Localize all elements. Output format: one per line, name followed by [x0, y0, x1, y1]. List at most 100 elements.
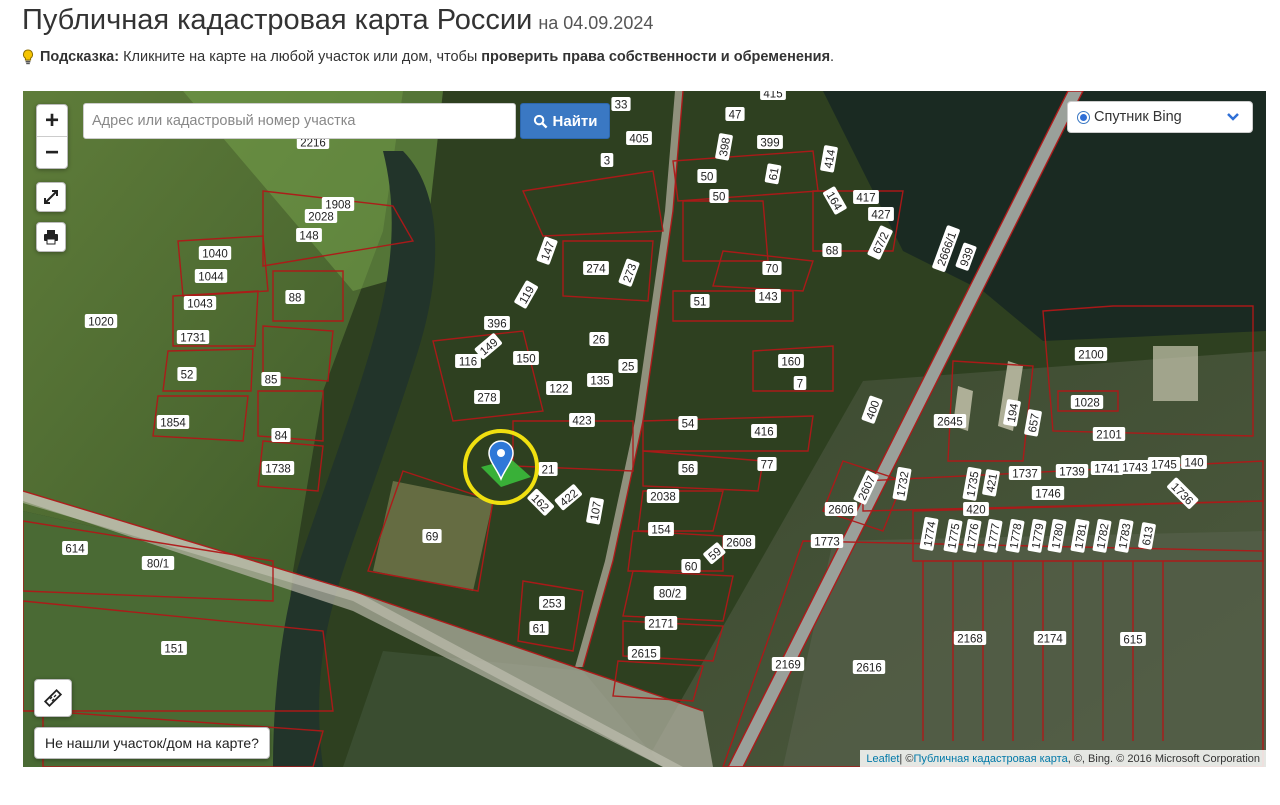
leaflet-link[interactable]: Leaflet [866, 753, 899, 765]
parcel-label[interactable]: 1741 [1090, 461, 1124, 476]
parcel-label[interactable]: 614 [62, 541, 88, 556]
search-input[interactable] [84, 104, 515, 138]
parcel-label[interactable]: 69 [422, 529, 442, 544]
zoom-in-button[interactable]: + [37, 105, 67, 137]
svg-text:2038: 2038 [650, 492, 676, 504]
parcel-label[interactable]: 2615 [627, 646, 661, 661]
parcel-label[interactable]: 1020 [84, 314, 118, 329]
parcel-label[interactable]: 415 [760, 91, 786, 101]
parcel-label[interactable]: 84 [271, 428, 291, 443]
parcel-label[interactable]: 151 [161, 641, 187, 656]
parcel-label[interactable]: 253 [539, 596, 565, 611]
parcel-label[interactable]: 1745 [1147, 457, 1181, 472]
layer-select[interactable]: Спутник Bing [1067, 101, 1253, 133]
parcel-label[interactable]: 50 [709, 189, 729, 204]
parcel-label[interactable]: 33 [611, 97, 631, 112]
parcel-label[interactable]: 143 [755, 289, 781, 304]
parcel-label[interactable]: 615 [1120, 632, 1146, 647]
parcel-label[interactable]: 154 [648, 522, 674, 537]
parcel-label[interactable]: 1739 [1055, 464, 1089, 479]
parcel-label[interactable]: 60 [681, 559, 701, 574]
parcel-label[interactable]: 3 [600, 153, 614, 168]
parcel-label[interactable]: 1028 [1070, 395, 1104, 410]
parcel-label[interactable]: 150 [513, 351, 539, 366]
parcel-label[interactable]: 399 [757, 135, 783, 150]
parcel-label[interactable]: 1738 [261, 461, 295, 476]
fullscreen-button[interactable] [36, 182, 66, 212]
parcel-label[interactable]: 1854 [156, 415, 190, 430]
parcel-label[interactable]: 61 [529, 621, 549, 636]
parcel-label[interactable]: 160 [778, 354, 804, 369]
parcel-label[interactable]: 2169 [771, 657, 805, 672]
parcel-label[interactable]: 26 [589, 332, 609, 347]
parcel-label[interactable]: 2616 [852, 660, 886, 675]
page-title-text: Публичная кадастровая карта России [22, 4, 533, 36]
parcel-label[interactable]: 416 [751, 424, 777, 439]
find-label: Найти [552, 112, 598, 130]
svg-text:2028: 2028 [308, 212, 334, 224]
parcel-label[interactable]: 148 [296, 228, 322, 243]
svg-text:1741: 1741 [1094, 464, 1120, 476]
parcel-label[interactable]: 70 [762, 261, 782, 276]
parcel-label[interactable]: 56 [678, 461, 698, 476]
parcel-label[interactable]: 47 [725, 107, 745, 122]
parcel-label[interactable]: 135 [587, 373, 613, 388]
parcel-label[interactable]: 122 [546, 381, 572, 396]
parcel-label[interactable]: 2168 [953, 631, 987, 646]
search-field[interactable] [83, 103, 516, 139]
parcel-label[interactable]: 1773 [810, 534, 844, 549]
parcel-label[interactable]: 50 [697, 169, 717, 184]
parcel-label[interactable]: 420 [963, 502, 989, 517]
parcel-label[interactable]: 2171 [644, 616, 678, 631]
parcel-label[interactable]: 21 [538, 462, 558, 477]
parcel-label[interactable]: 1044 [194, 269, 228, 284]
parcel-label[interactable]: 1743 [1118, 460, 1152, 475]
parcel-label[interactable]: 25 [618, 359, 638, 374]
find-button[interactable]: Найти [520, 103, 610, 139]
layer-radio[interactable] [1077, 110, 1090, 124]
parcel-label[interactable]: 2645 [933, 414, 967, 429]
zoom-out-button[interactable]: − [37, 137, 67, 168]
parcel-label[interactable]: 7 [793, 376, 807, 391]
parcel-label[interactable]: 2174 [1033, 631, 1067, 646]
parcel-label[interactable]: 1746 [1031, 486, 1065, 501]
ruler-button[interactable] [34, 679, 72, 717]
parcel-label[interactable]: 427 [868, 207, 894, 222]
svg-text:80/1: 80/1 [147, 559, 169, 571]
parcel-label[interactable]: 1040 [198, 246, 232, 261]
parcel-label[interactable]: 2606 [824, 502, 858, 517]
parcel-label[interactable]: 80/1 [141, 556, 175, 571]
parcel-label[interactable]: 85 [261, 372, 281, 387]
parcel-label[interactable]: 2101 [1092, 427, 1126, 442]
svg-text:1043: 1043 [187, 299, 213, 311]
parcel-label[interactable]: 1043 [183, 296, 217, 311]
parcel-label[interactable]: 2038 [646, 489, 680, 504]
parcel-label[interactable]: 80/2 [653, 586, 687, 601]
cadastral-map[interactable]: 2216 33 415 47 405 3 398 399 414 1908 2028 148 50 50 6… [23, 91, 1266, 767]
not-found-button[interactable]: Не нашли участок/дом на карте? [34, 727, 270, 759]
parcel-label[interactable]: 77 [757, 457, 777, 472]
parcel-label[interactable]: 116 [455, 354, 481, 369]
parcel-label[interactable]: 68 [822, 243, 842, 258]
parcel-label[interactable]: 2100 [1074, 347, 1108, 362]
parcel-label[interactable]: 52 [177, 367, 197, 382]
print-button[interactable] [36, 222, 66, 252]
parcel-label[interactable]: 1737 [1008, 466, 1042, 481]
parcel-label[interactable]: 51 [690, 294, 710, 309]
parcel-label[interactable]: 417 [853, 190, 879, 205]
parcel-label[interactable]: 2608 [722, 535, 756, 550]
svg-text:7: 7 [797, 379, 803, 391]
satellite-layer[interactable]: 221633415474053398 3994141908202814850506… [23, 91, 1266, 767]
parcel-label[interactable]: 54 [678, 416, 698, 431]
parcel-label[interactable]: 140 [1181, 455, 1207, 470]
parcel-label[interactable]: 405 [626, 131, 652, 146]
parcel-label[interactable]: 278 [474, 390, 500, 405]
parcel-label[interactable]: 396 [484, 316, 510, 331]
parcel-label[interactable]: 1731 [176, 330, 210, 345]
parcel-label[interactable]: 88 [285, 290, 305, 305]
pkk-link[interactable]: Публичная кадастровая карта [913, 753, 1067, 765]
svg-text:160: 160 [781, 357, 800, 369]
parcel-label[interactable]: 423 [569, 413, 595, 428]
parcel-label[interactable]: 2028 [304, 209, 338, 224]
parcel-label[interactable]: 274 [583, 261, 609, 276]
